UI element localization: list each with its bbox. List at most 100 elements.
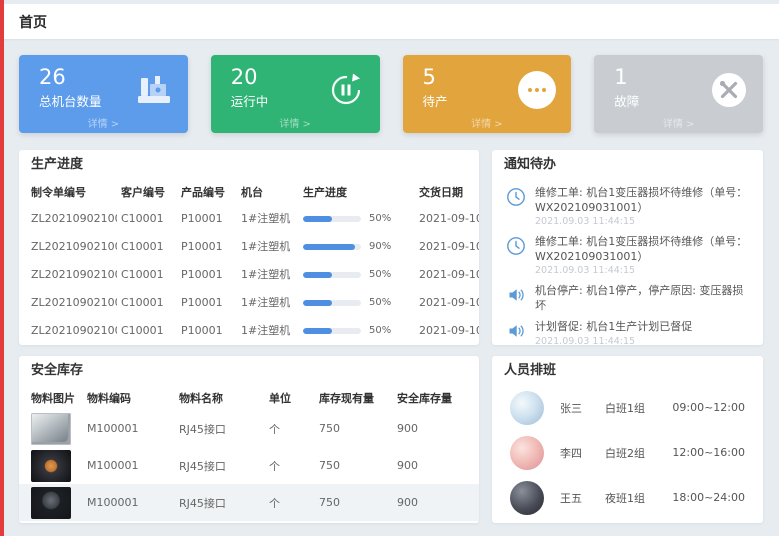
progress-bar-fill <box>303 216 332 222</box>
cell-safety-qty: 900 <box>393 484 479 521</box>
left-edge-strip <box>0 0 4 536</box>
notice-text: 维修工单: 机台1变压器损坏待维修（单号：WX202109031001） <box>535 186 751 215</box>
progress-label: 50% <box>369 269 391 280</box>
cell-customer-no: C10001 <box>117 288 177 316</box>
page-title: 首页 <box>19 12 47 32</box>
cell-product-no: P10001 <box>177 204 237 232</box>
safety-stock-panel: 安全库存 物料图片 物料编码 物料名称 单位 库存现有量 安全库存量 <box>19 356 479 523</box>
tools-icon <box>710 71 748 109</box>
notices-panel: 通知待办 维修工单: 机台1变压器损坏待维修（单号：WX202109031001… <box>492 150 763 345</box>
cell-order-no: ZL202109021001 <box>19 260 117 288</box>
table-row: ZL202109021001 C10001 P10001 1#注塑机 50% 2… <box>19 288 479 316</box>
stat-detail-link[interactable]: 详情 > <box>403 115 572 130</box>
table-row: ZL202109021001 C10001 P10001 1#注塑机 50% 2… <box>19 316 479 344</box>
progress-label: 50% <box>369 297 391 308</box>
safety-stock-table: 物料图片 物料编码 物料名称 单位 库存现有量 安全库存量 M100001 R <box>19 385 479 521</box>
cell-material-photo <box>19 410 83 447</box>
cell-machine: 1#注塑机 <box>237 288 299 316</box>
stat-card-standby[interactable]: 5 待产 详情 > <box>403 55 572 133</box>
col-header-progress: 生产进度 <box>299 179 415 204</box>
table-header-row: 物料图片 物料编码 物料名称 单位 库存现有量 安全库存量 <box>19 385 479 410</box>
stat-detail-link[interactable]: 详情 > <box>19 115 188 130</box>
cell-delivery-date: 2021-09-10 <box>415 288 479 316</box>
cell-delivery-date: 2021-09-10 <box>415 232 479 260</box>
cell-order-no: ZL202109021001 <box>19 316 117 344</box>
cell-progress: 90% <box>299 232 415 260</box>
cell-machine: 1#注塑机 <box>237 316 299 344</box>
col-header-product-no: 产品编号 <box>177 179 237 204</box>
col-header-material-photo: 物料图片 <box>19 385 83 410</box>
stat-card-fault[interactable]: 1 故障 详情 > <box>594 55 763 133</box>
production-progress-panel: 生产进度 制令单编号 客户编号 产品编号 机台 生产进度 交货日期 <box>19 150 479 345</box>
staff-name: 王五 <box>560 490 605 506</box>
clock-icon <box>506 187 526 207</box>
staff-schedule-panel: 人员排班 张三 白班1组 09:00~12:00 李四 白班2组 12:00~1… <box>492 356 763 523</box>
notice-item[interactable]: 维修工单: 机台1变压器损坏待维修（单号：WX202109031001） 202… <box>492 228 763 277</box>
staff-name: 李四 <box>560 445 605 461</box>
notice-timestamp: 2021.09.03 11:44:15 <box>535 265 751 277</box>
cell-machine: 1#注塑机 <box>237 204 299 232</box>
progress-label: 50% <box>369 213 391 224</box>
staff-shift: 白班2组 <box>605 445 672 461</box>
progress-bar <box>303 300 361 306</box>
staff-row: 李四 白班2组 12:00~16:00 <box>492 430 763 475</box>
cell-machine: 1#注塑机 <box>237 232 299 260</box>
running-sync-icon <box>327 71 365 109</box>
speaker-icon <box>506 285 526 305</box>
panel-title: 安全库存 <box>19 356 479 385</box>
staff-row: 王五 夜班1组 18:00~24:00 <box>492 475 763 520</box>
table-row: ZL202109021001 C10001 P10001 1#注塑机 50% 2… <box>19 204 479 232</box>
cell-material-name: RJ45接口 <box>175 484 265 521</box>
page-header: 首页 <box>4 4 779 39</box>
stats-row: 26 总机台数量 详情 > 20 运行中 <box>19 55 763 133</box>
cell-material-no: M100001 <box>83 484 175 521</box>
cell-order-no: ZL202109021001 <box>19 232 117 260</box>
dashboard-content: 26 总机台数量 详情 > 20 运行中 <box>4 39 779 523</box>
staff-name: 张三 <box>560 400 605 416</box>
notice-item[interactable]: 机台停产: 机台1停产，停产原因: 变压器损坏 <box>492 277 763 313</box>
cell-customer-no: C10001 <box>117 316 177 344</box>
notice-text: 机台停产: 机台1停产，停产原因: 变压器损坏 <box>535 284 751 313</box>
cell-delivery-date: 2021-09-10 <box>415 316 479 344</box>
material-photo <box>31 487 71 519</box>
main-row-2: 安全库存 物料图片 物料编码 物料名称 单位 库存现有量 安全库存量 <box>19 356 763 523</box>
cell-unit: 个 <box>265 447 315 484</box>
col-header-order-no: 制令单编号 <box>19 179 117 204</box>
table-header-row: 制令单编号 客户编号 产品编号 机台 生产进度 交货日期 <box>19 179 479 204</box>
progress-bar-fill <box>303 244 355 250</box>
ellipsis-icon <box>518 71 556 109</box>
stat-detail-link[interactable]: 详情 > <box>594 115 763 130</box>
cell-customer-no: C10001 <box>117 204 177 232</box>
notice-item[interactable]: 计划督促: 机台1生产计划已督促 2021.09.03 11:44:15 <box>492 313 763 345</box>
notice-text: 维修工单: 机台1变压器损坏待维修（单号：WX202109031001） <box>535 235 751 264</box>
progress-bar <box>303 216 361 222</box>
cell-customer-no: C10001 <box>117 260 177 288</box>
progress-bar <box>303 328 361 334</box>
notice-timestamp: 2021.09.03 11:44:15 <box>535 336 692 346</box>
avatar <box>510 436 544 470</box>
progress-label: 50% <box>369 325 391 336</box>
cell-material-photo <box>19 447 83 484</box>
panel-title: 人员排班 <box>492 356 763 385</box>
avatar <box>510 391 544 425</box>
stat-card-total-machines[interactable]: 26 总机台数量 详情 > <box>19 55 188 133</box>
stat-card-running[interactable]: 20 运行中 详情 > <box>211 55 380 133</box>
table-row: ZL202109021001 C10001 P10001 1#注塑机 90% 2… <box>19 232 479 260</box>
cell-material-no: M100001 <box>83 410 175 447</box>
stat-detail-link[interactable]: 详情 > <box>211 115 380 130</box>
cell-material-no: M100001 <box>83 447 175 484</box>
progress-bar <box>303 244 361 250</box>
cell-safety-qty: 900 <box>393 410 479 447</box>
notice-item[interactable]: 维修工单: 机台1变压器损坏待维修（单号：WX202109031001） 202… <box>492 179 763 228</box>
col-header-safety-qty: 安全库存量 <box>393 385 479 410</box>
cell-progress: 50% <box>299 316 415 344</box>
col-header-unit: 单位 <box>265 385 315 410</box>
cell-order-no: ZL202109021001 <box>19 204 117 232</box>
panel-title: 生产进度 <box>19 150 479 179</box>
col-header-machine: 机台 <box>237 179 299 204</box>
clock-icon <box>506 236 526 256</box>
progress-label: 90% <box>369 241 391 252</box>
cell-order-no: ZL202109021001 <box>19 288 117 316</box>
material-photo <box>31 450 71 482</box>
col-header-delivery-date: 交货日期 <box>415 179 479 204</box>
